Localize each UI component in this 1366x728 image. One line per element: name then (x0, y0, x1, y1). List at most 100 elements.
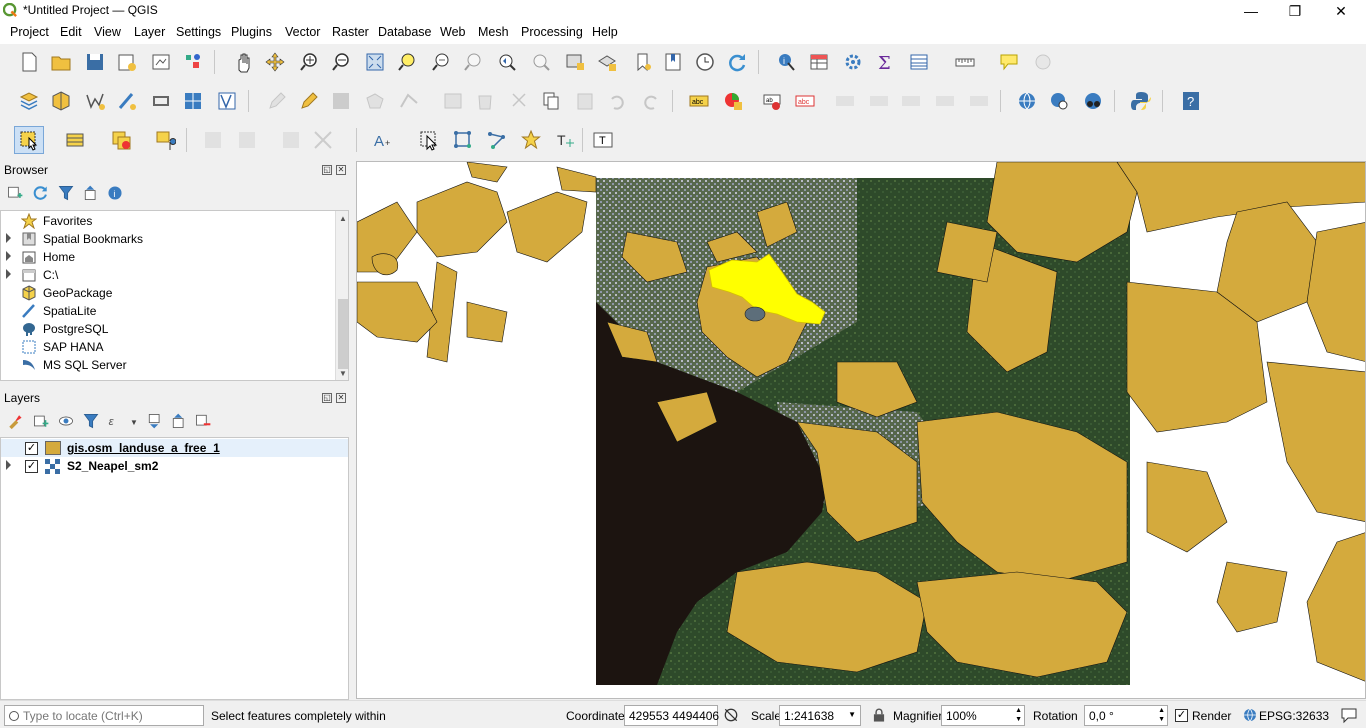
browser-item-sap-hana[interactable]: SAP HANA (1, 338, 335, 356)
annotation-tools-icon[interactable] (1030, 49, 1056, 75)
menu-database[interactable]: Database (378, 25, 432, 39)
expand-arrow-icon[interactable] (6, 269, 11, 279)
new-temporary-layer-icon[interactable] (148, 88, 174, 114)
browser-item-favorites[interactable]: Favorites (1, 212, 335, 230)
shape-digitizing-icon[interactable] (310, 127, 336, 153)
open-project-icon[interactable] (48, 49, 74, 75)
copy-features-icon[interactable] (538, 88, 564, 114)
select-by-location-icon[interactable] (152, 127, 178, 153)
digitize-circle-icon[interactable] (234, 127, 260, 153)
pan-map-icon[interactable] (230, 49, 256, 75)
line-annotation-icon[interactable] (484, 127, 510, 153)
restore-button[interactable]: ❐ (1272, 0, 1318, 22)
menu-vector[interactable]: Vector (285, 25, 320, 39)
cut-features-icon[interactable] (506, 88, 532, 114)
close-panel-button[interactable]: ✕ (336, 165, 346, 175)
layer-diagram-options-icon[interactable] (720, 88, 746, 114)
filter-legend-icon[interactable] (80, 410, 102, 432)
change-label-icon[interactable] (932, 88, 958, 114)
float-panel-button[interactable]: ◱ (322, 393, 332, 403)
show-bookmarks-icon[interactable] (660, 49, 686, 75)
zoom-to-layer-icon[interactable] (428, 49, 454, 75)
toggle-editing-icon[interactable] (296, 88, 322, 114)
statistical-summary-icon[interactable]: Σ (872, 49, 898, 75)
menu-layer[interactable]: Layer (134, 25, 165, 39)
expand-arrow-icon[interactable] (6, 251, 11, 261)
add-group-icon[interactable] (30, 410, 52, 432)
digitize-shape-icon[interactable] (200, 127, 226, 153)
layer-row-landuse[interactable]: ✓ gis.osm_landuse_a_free_1 (1, 439, 348, 457)
scroll-down-icon[interactable]: ▼ (339, 369, 347, 378)
add-selected-layers-icon[interactable] (4, 182, 26, 204)
layer-row-s2-neapel[interactable]: ✓ S2_Neapel_sm2 (1, 457, 348, 475)
select-features-icon[interactable] (14, 126, 44, 154)
close-panel-button[interactable]: ✕ (336, 393, 346, 403)
zoom-to-selection-icon[interactable] (394, 49, 420, 75)
browser-item-geopackage[interactable]: GeoPackage (1, 284, 335, 302)
expand-all-icon[interactable] (144, 410, 166, 432)
chevron-down-icon[interactable]: ▼ (848, 710, 856, 719)
browser-item-postgresql[interactable]: PostgreSQL (1, 320, 335, 338)
text-annotation-icon[interactable]: A + (370, 127, 396, 153)
select-annotation-icon[interactable] (416, 127, 442, 153)
chevron-down-icon[interactable]: ▼ (130, 418, 138, 427)
locator-search-input[interactable]: Type to locate (Ctrl+K) (4, 705, 204, 726)
properties-icon[interactable]: i (104, 182, 126, 204)
refresh-icon[interactable] (724, 49, 750, 75)
menu-settings[interactable]: Settings (176, 25, 221, 39)
select-by-expression-icon[interactable] (62, 127, 88, 153)
advanced-digitizing-icon[interactable] (278, 127, 304, 153)
data-source-manager-icon[interactable] (16, 88, 42, 114)
spin-arrows-icon[interactable]: ▲ ▼ (1158, 706, 1165, 724)
new-virtual-layer-icon[interactable] (180, 88, 206, 114)
quickmapservices-icon[interactable] (1080, 88, 1106, 114)
add-feature-icon[interactable] (362, 88, 388, 114)
crs-button[interactable]: EPSG:32633 (1259, 709, 1329, 723)
map-tips-icon[interactable] (996, 49, 1022, 75)
open-layer-styling-icon[interactable] (4, 410, 26, 432)
expand-arrow-icon[interactable] (6, 233, 11, 243)
messages-icon[interactable] (1340, 706, 1358, 724)
metasearch-icon[interactable] (1014, 88, 1040, 114)
temporal-controller-icon[interactable] (692, 49, 718, 75)
point-annotation-icon[interactable] (518, 127, 544, 153)
processing-toolbox-icon[interactable] (840, 49, 866, 75)
move-label-icon[interactable] (866, 88, 892, 114)
globe-icon[interactable] (1243, 708, 1257, 722)
spin-arrows-icon[interactable]: ▲ ▼ (1015, 706, 1022, 724)
menu-edit[interactable]: Edit (60, 25, 82, 39)
new-project-icon[interactable] (16, 49, 42, 75)
menu-help[interactable]: Help (592, 25, 618, 39)
rotate-label-icon[interactable] (898, 88, 924, 114)
style-manager-icon[interactable] (180, 49, 206, 75)
measure-line-icon[interactable] (952, 49, 978, 75)
toggle-extents-icon[interactable] (720, 704, 742, 726)
browser-scrollbar[interactable]: ▲ ▼ (335, 211, 348, 380)
save-layer-edits-icon[interactable] (328, 88, 354, 114)
zoom-last-icon[interactable] (494, 49, 520, 75)
new-geopackage-layer-icon[interactable] (48, 88, 74, 114)
zoom-native-icon[interactable] (460, 49, 486, 75)
menu-mesh[interactable]: Mesh (478, 25, 509, 39)
save-project-icon[interactable] (82, 49, 108, 75)
pan-to-selection-icon[interactable] (262, 49, 288, 75)
identify-features-icon[interactable]: i (774, 49, 800, 75)
browser-item-mssql[interactable]: MS SQL Server (1, 356, 335, 374)
polygon-annotation-icon[interactable] (450, 127, 476, 153)
refresh-browser-icon[interactable] (30, 182, 52, 204)
browser-item-spatialite[interactable]: SpatiaLite (1, 302, 335, 320)
metasearch-search-icon[interactable] (1046, 88, 1072, 114)
browser-item-home[interactable]: Home (1, 248, 335, 266)
map-canvas[interactable] (356, 161, 1366, 699)
pin-unpin-labels-icon[interactable]: abc (792, 88, 818, 114)
deselect-features-icon[interactable] (108, 127, 134, 153)
new-3d-map-view-icon[interactable] (594, 49, 620, 75)
lock-scale-icon[interactable] (868, 704, 890, 726)
new-shapefile-layer-icon[interactable] (82, 88, 108, 114)
menu-view[interactable]: View (94, 25, 121, 39)
new-mesh-layer-icon[interactable] (214, 88, 240, 114)
python-console-icon[interactable] (1128, 88, 1154, 114)
help-contents-icon[interactable]: ? (1178, 88, 1204, 114)
layer-symbol-swatch[interactable] (45, 441, 61, 455)
layer-visibility-checkbox[interactable]: ✓ (25, 442, 38, 455)
